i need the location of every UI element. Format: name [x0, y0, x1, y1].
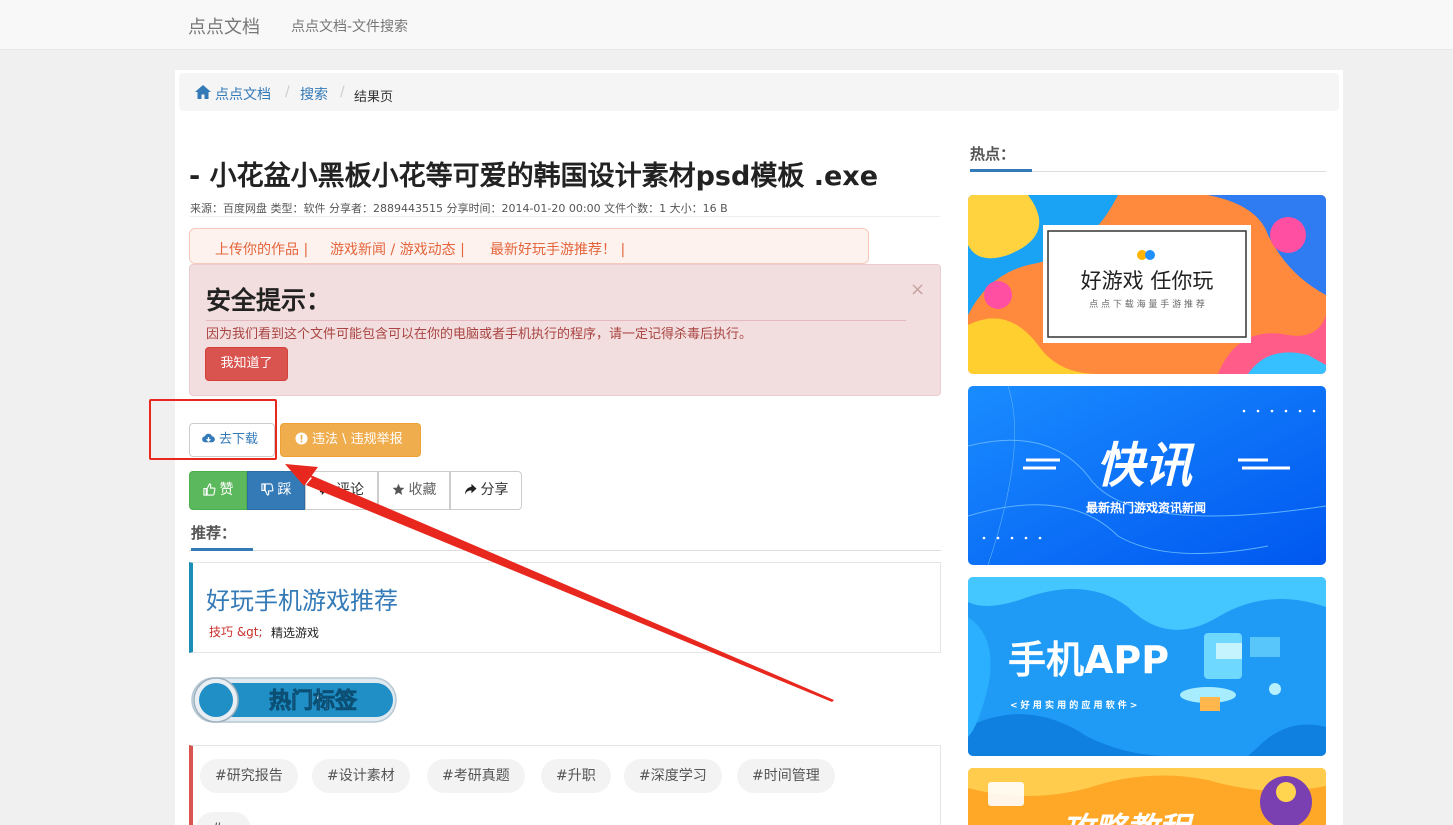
breadcrumb-separator: /: [340, 84, 345, 100]
ad-guides-title: 攻略教程: [1062, 810, 1195, 825]
comment-icon: [319, 484, 332, 496]
share-button[interactable]: 分享: [450, 471, 522, 510]
like-label: 赞: [219, 482, 234, 498]
ad-games-title: 好游戏 任你玩: [1081, 269, 1214, 293]
dislike-button[interactable]: 踩: [247, 471, 305, 510]
tag-item[interactable]: #时间管理: [737, 759, 835, 793]
page-title: - 小花盆小黑板小花等可爱的韩国设计素材psd模板 .exe: [189, 161, 879, 192]
annotation-highlight-box: [149, 399, 277, 460]
hot-tags-banner-text: 热门标签: [269, 688, 358, 714]
tag-item[interactable]: #研究报告: [200, 759, 298, 793]
recommend-heading: 推荐：: [191, 524, 237, 542]
heading-accent: [191, 548, 253, 551]
divider: [189, 550, 941, 551]
comment-button[interactable]: 评论: [305, 471, 378, 510]
thumbs-down-icon: [260, 483, 273, 496]
report-button[interactable]: 违法 \ 违规举报: [280, 423, 421, 457]
thumbs-up-icon: [202, 483, 215, 496]
ad-banner-news-art: 快讯 最新热门游戏资讯新闻: [968, 386, 1326, 565]
ad-banner-apps[interactable]: 手机APP < 好 用 实 用 的 应 用 软 件 >: [968, 577, 1326, 756]
tag-item[interactable]: #升职: [541, 759, 611, 793]
tag-item[interactable]: #...: [196, 812, 252, 825]
dislike-label: 踩: [277, 482, 292, 498]
navbar-brand[interactable]: 点点文档: [188, 13, 260, 39]
tag-item[interactable]: #深度学习: [624, 759, 722, 793]
divider: [190, 216, 940, 217]
ad-apps-sub: < 好 用 实 用 的 应 用 软 件 >: [1010, 699, 1137, 711]
link-upload-works[interactable]: 上传你的作品 |: [215, 239, 308, 259]
breadcrumb-search-link[interactable]: 搜索: [300, 84, 328, 104]
link-mobile-games[interactable]: 最新好玩手游推荐！ |: [490, 239, 625, 259]
favorite-button[interactable]: 收藏: [378, 471, 450, 510]
recommend-card-sub[interactable]: 精选游戏: [271, 624, 319, 641]
star-icon: [392, 483, 404, 495]
breadcrumb: 点点文档 / 搜索 / 结果页: [179, 73, 1339, 111]
share-label: 分享: [480, 482, 509, 498]
ad-banner-news[interactable]: 快讯 最新热门游戏资讯新闻: [968, 386, 1326, 565]
recommend-card-tag[interactable]: 技巧 &gt;: [209, 623, 263, 640]
home-icon: [195, 85, 211, 99]
report-label: 违法 \ 违规举报: [312, 432, 403, 447]
ad-banner-games[interactable]: 好游戏 任你玩 点 点 下 载 海 量 手 游 推 荐: [968, 195, 1326, 374]
ad-banner-apps-art: 手机APP < 好 用 实 用 的 应 用 软 件 >: [968, 577, 1326, 756]
tag-item[interactable]: #设计素材: [312, 759, 410, 793]
alert-title: 安全提示：: [206, 286, 332, 315]
ad-apps-title: 手机APP: [1008, 638, 1169, 682]
recommend-card: 好玩手机游戏推荐 技巧 &gt; 精选游戏: [189, 562, 941, 653]
close-icon[interactable]: ×: [910, 279, 925, 300]
ad-news-title: 快讯: [1096, 438, 1195, 494]
file-meta: 来源：百度网盘 类型：软件 分享者：2889443515 分享时间：2014-0…: [190, 202, 728, 215]
ad-banner-games-art: 好游戏 任你玩 点 点 下 载 海 量 手 游 推 荐: [968, 195, 1326, 374]
tags-card: #研究报告 #设计素材 #考研真题 #升职 #深度学习 #时间管理 #...: [189, 745, 941, 825]
ad-news-sub: 最新热门游戏资讯新闻: [1086, 500, 1206, 515]
navbar-link-file-search[interactable]: 点点文档-文件搜索: [291, 16, 408, 36]
like-button[interactable]: 赞: [189, 471, 247, 510]
ad-banner-guides[interactable]: 攻略教程: [968, 768, 1326, 825]
breadcrumb-current: 结果页: [354, 90, 394, 105]
security-alert: 安全提示： × 因为我们看到这个文件可能包含可以在你的电脑或者手机执行的程序，请…: [189, 264, 941, 396]
main-container: 点点文档 / 搜索 / 结果页 - 小花盆小黑板小花等可爱的韩国设计素材psd模…: [175, 70, 1343, 825]
hot-heading: 热点：: [970, 145, 1016, 163]
favorite-label: 收藏: [408, 482, 437, 498]
share-icon: [464, 483, 477, 495]
top-navbar: 点点文档 点点文档-文件搜索: [0, 0, 1453, 50]
exclamation-circle-icon: [295, 432, 308, 445]
ad-games-sub: 点 点 下 载 海 量 手 游 推 荐: [1089, 298, 1205, 310]
tag-item[interactable]: #考研真题: [427, 759, 525, 793]
hot-tags-banner: 热门标签: [191, 677, 397, 723]
alert-text: 因为我们看到这个文件可能包含可以在你的电脑或者手机执行的程序，请一定记得杀毒后执…: [206, 327, 753, 342]
recommend-card-title[interactable]: 好玩手机游戏推荐: [206, 581, 398, 616]
acknowledge-button[interactable]: 我知道了: [205, 347, 288, 381]
breadcrumb-home-link[interactable]: 点点文档: [215, 84, 271, 104]
ad-banner-guides-art: 攻略教程: [968, 768, 1326, 825]
heading-accent: [970, 169, 1032, 172]
comment-label: 评论: [336, 482, 364, 498]
alert-divider: [206, 320, 906, 321]
breadcrumb-separator: /: [285, 84, 290, 100]
link-game-news[interactable]: 游戏新闻 / 游戏动态 |: [330, 239, 465, 259]
promo-link-bar: 上传你的作品 | 游戏新闻 / 游戏动态 | 最新好玩手游推荐！ |: [189, 228, 869, 264]
